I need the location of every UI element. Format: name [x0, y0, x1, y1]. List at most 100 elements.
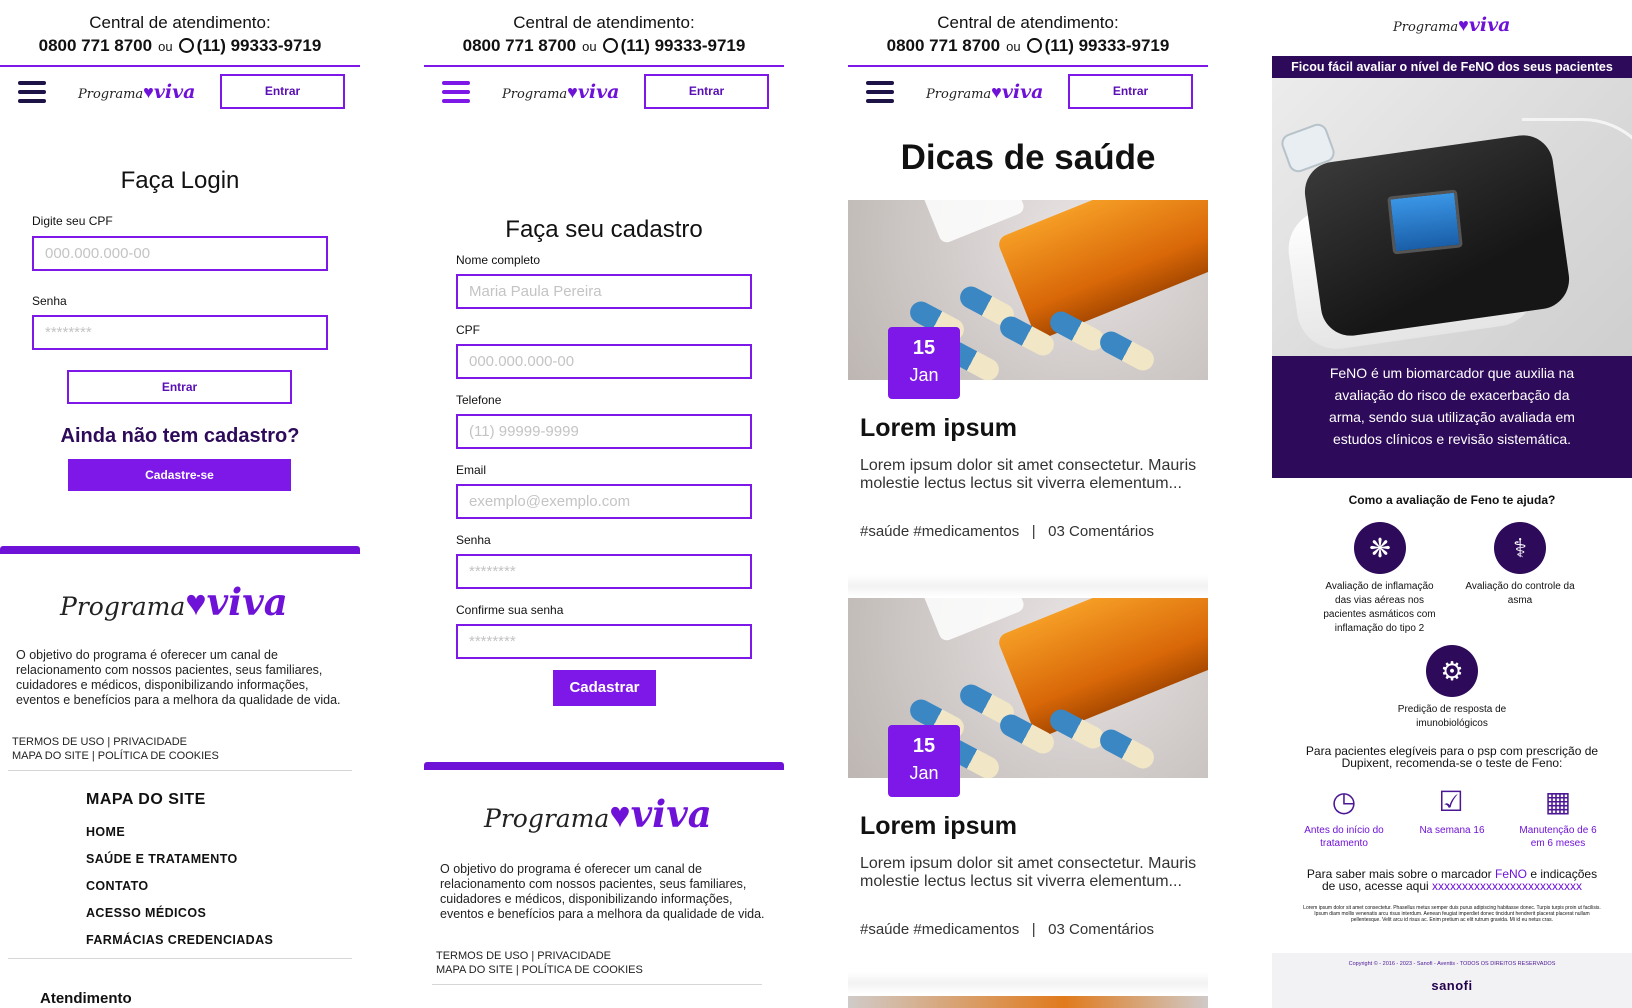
benefit-caption: Avaliação de inflamação das vias aéreas …	[1323, 581, 1436, 634]
cpf-label: CPF	[456, 323, 480, 337]
more-info-link[interactable]: xxxxxxxxxxxxxxxxxxxxxxxxx	[1432, 879, 1582, 893]
header-divider	[424, 65, 784, 67]
phone-input[interactable]: (11) 99999-9999	[456, 414, 752, 449]
post-title[interactable]: Lorem ipsum	[860, 414, 1017, 443]
heart-icon: ♥	[185, 582, 207, 623]
signup-screen: Central de atendimento: 0800 771 8700 ou (…	[424, 0, 784, 1008]
footer-logo: Programa♥viva	[60, 580, 288, 624]
whatsapp-number[interactable]: (11) 99333-9719	[197, 36, 322, 55]
confirm-password-label: Confirme sua senha	[456, 603, 564, 617]
header-divider	[848, 65, 1208, 67]
whatsapp-icon	[602, 38, 618, 53]
contact-bar: Central de atendimento: 0800 771 8700 ou (…	[0, 0, 360, 68]
password-input[interactable]: ********	[32, 315, 328, 350]
footer-divider	[432, 984, 762, 985]
header-divider	[0, 65, 360, 67]
step-caption: Manutenção de 6 em 6 meses	[1519, 825, 1597, 849]
whatsapp-number[interactable]: (11) 99333-9719	[621, 36, 746, 55]
footer-about: O objetivo do programa é oferecer um can…	[16, 648, 341, 707]
post-excerpt: Lorem ipsum dolor sit amet consectetur. …	[860, 855, 1197, 890]
no-account-heading: Ainda não tem cadastro?	[60, 425, 300, 447]
or-text: ou	[582, 39, 597, 54]
footer-logo: Programa♥viva	[484, 792, 712, 836]
footer-links-line2[interactable]: MAPA DO SITE | POLÍTICA DE COOKIES	[436, 963, 643, 977]
sanofi-logo: sanofi	[1431, 978, 1473, 993]
password-label: Senha	[32, 294, 67, 308]
cpf-input[interactable]: 000.000.000-00	[32, 236, 328, 271]
whatsapp-icon	[178, 38, 194, 53]
sitemap-item-farmacias[interactable]: FARMÁCIAS CREDENCIADAS	[86, 933, 273, 947]
lungs-icon: ❋	[1354, 522, 1406, 574]
checklist-icon: ☑	[1438, 786, 1464, 817]
hamburger-icon[interactable]	[442, 81, 470, 103]
phone-number[interactable]: 0800 771 8700	[463, 36, 576, 55]
header-login-button[interactable]: Entrar	[644, 74, 769, 109]
heart-icon: ♥	[143, 82, 154, 102]
disclaimer-text: Lorem ipsum dolor sit amet consectetur. …	[1303, 905, 1601, 923]
sitemap-item-saude[interactable]: SAÚDE E TRATAMENTO	[86, 852, 238, 866]
footer-links-line1[interactable]: TERMOS DE USO | PRIVACIDADE	[12, 735, 219, 749]
page-title: Faça seu cadastro	[505, 216, 703, 243]
name-input[interactable]: Maria Paula Pereira	[456, 274, 752, 309]
password-input[interactable]: ********	[456, 554, 752, 589]
feno-email-screen: Programa♥viva Ficou fácil avaliar o níve…	[1272, 0, 1632, 1008]
programa-viva-logo: Programa♥viva	[1393, 14, 1511, 36]
contact-phones: 0800 771 8700 ou (11) 99333-9719	[424, 36, 784, 56]
step-caption: Antes do início do tratamento	[1304, 825, 1384, 849]
footer-links-line1[interactable]: TERMOS DE USO | PRIVACIDADE	[436, 949, 643, 963]
contact-title: Central de atendimento:	[513, 13, 695, 32]
cpf-input[interactable]: 000.000.000-00	[456, 344, 752, 379]
footer-links: TERMOS DE USO | PRIVACIDADE MAPA DO SITE…	[436, 949, 643, 977]
heart-icon: ♥	[1458, 15, 1469, 35]
or-text: ou	[158, 39, 173, 54]
post-date-badge: 15 Jan	[888, 327, 960, 399]
signup-submit-button[interactable]: Cadastrar	[553, 670, 656, 706]
head-gear-icon: ⚙	[1426, 645, 1478, 697]
card-separator	[848, 575, 1208, 597]
card-separator	[848, 972, 1208, 994]
heart-icon: ♥	[567, 82, 578, 102]
email-label: Email	[456, 463, 487, 477]
whatsapp-number[interactable]: (11) 99333-9719	[1045, 36, 1170, 55]
signup-button[interactable]: Cadastre-se	[68, 459, 291, 491]
sitemap-item-home[interactable]: HOME	[86, 825, 125, 839]
footer-links: TERMOS DE USO | PRIVACIDADE MAPA DO SITE…	[12, 735, 219, 763]
hamburger-icon[interactable]	[18, 81, 46, 103]
contact-title: Central de atendimento:	[89, 13, 271, 32]
post-title[interactable]: Lorem ipsum	[860, 812, 1017, 841]
benefit-caption: Predição de resposta de imunobiológicos	[1397, 704, 1507, 729]
login-submit-button[interactable]: Entrar	[67, 370, 292, 404]
contact-bar: Central de atendimento: 0800 771 8700 ou (…	[848, 0, 1208, 68]
header-login-button[interactable]: Entrar	[1068, 74, 1193, 109]
eligibility-text: Para pacientes elegíveis para o psp com …	[1305, 744, 1599, 770]
confirm-password-input[interactable]: ********	[456, 624, 752, 659]
page-title: Dicas de saúde	[900, 138, 1156, 177]
contact-title: Central de atendimento:	[937, 13, 1119, 32]
password-label: Senha	[456, 533, 491, 547]
sitemap-item-contato[interactable]: CONTATO	[86, 879, 149, 893]
sitemap-item-medicos[interactable]: ACESSO MÉDICOS	[86, 906, 206, 920]
contact-phones: 0800 771 8700 ou (11) 99333-9719	[848, 36, 1208, 56]
blog-screen: Central de atendimento: 0800 771 8700 ou (…	[848, 0, 1208, 1008]
post-meta[interactable]: #saúde #medicamentos | 03 Comentários	[860, 523, 1154, 540]
hamburger-icon[interactable]	[866, 81, 894, 103]
heart-icon: ♥	[991, 82, 1002, 102]
stethoscope-icon: ⚕	[1494, 522, 1546, 574]
feno-description: FeNO é um biomarcador que auxilia na ava…	[1272, 356, 1632, 478]
step-caption: Na semana 16	[1419, 825, 1485, 836]
how-it-helps-title: Como a avaliação de Feno te ajuda?	[1348, 493, 1556, 507]
post-excerpt: Lorem ipsum dolor sit amet consectetur. …	[860, 457, 1197, 492]
phone-number[interactable]: 0800 771 8700	[39, 36, 152, 55]
email-input[interactable]: exemplo@exemplo.com	[456, 484, 752, 519]
benefit-caption: Avaliação do controle da asma	[1465, 581, 1575, 606]
post-meta[interactable]: #saúde #medicamentos | 03 Comentários	[860, 921, 1154, 938]
name-label: Nome completo	[456, 253, 541, 267]
programa-viva-logo[interactable]: Programa♥viva	[502, 81, 619, 103]
sitemap-divider	[8, 958, 352, 959]
footer-top-bar	[424, 762, 784, 770]
programa-viva-logo[interactable]: Programa♥viva	[78, 81, 195, 103]
footer-links-line2[interactable]: MAPA DO SITE | POLÍTICA DE COOKIES	[12, 749, 219, 763]
header-login-button[interactable]: Entrar	[220, 74, 345, 109]
phone-number[interactable]: 0800 771 8700	[887, 36, 1000, 55]
programa-viva-logo[interactable]: Programa♥viva	[926, 81, 1043, 103]
